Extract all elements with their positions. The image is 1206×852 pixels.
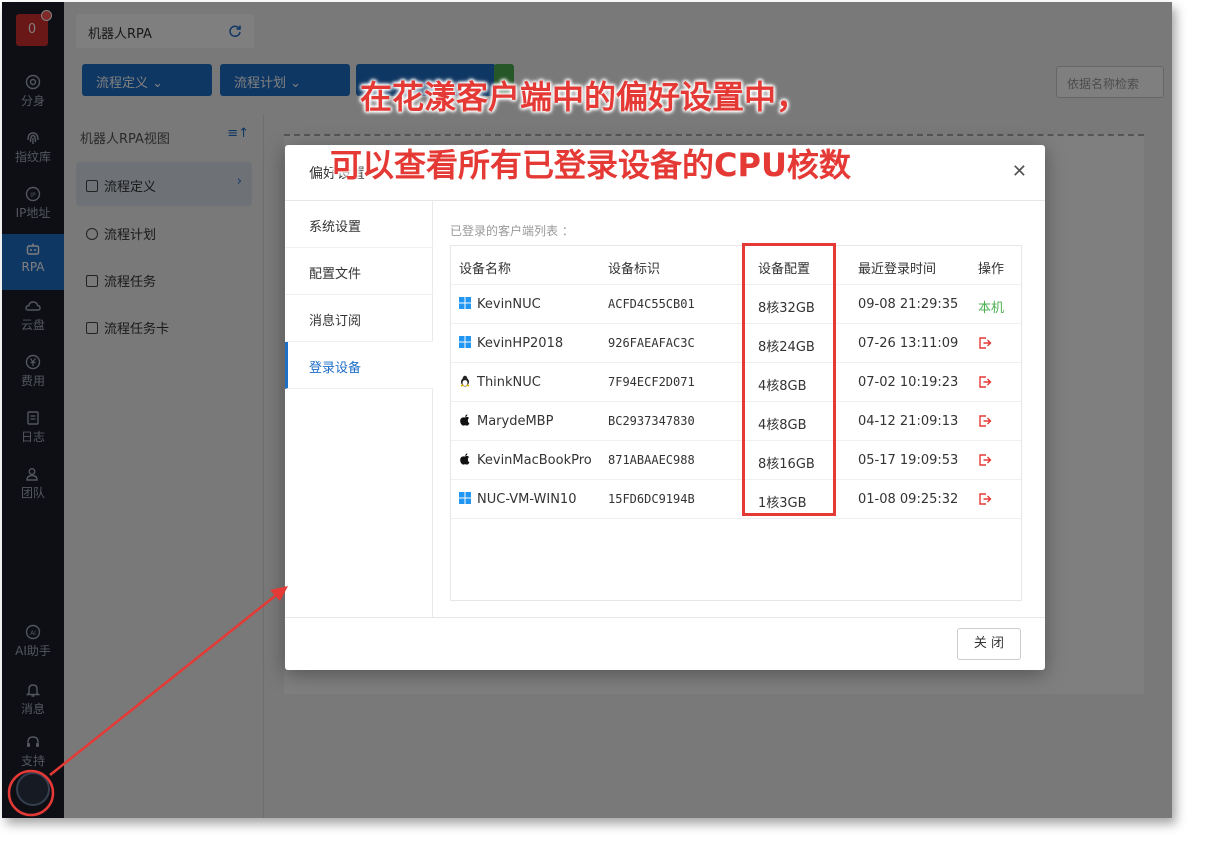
device-list-caption: 已登录的客户端列表 ： [450,224,574,238]
action-cell[interactable] [978,414,992,430]
device-table: 设备名称 设备标识 设备配置 最近登录时间 操作 KevinNUC ACFD4C5… [450,245,1022,601]
logout-icon[interactable] [978,336,992,350]
device-name-cell: KevinHP2018 [459,336,563,351]
annotation-line-1: 在花漾客户端中的偏好设置中， [360,78,809,116]
action-cell[interactable] [978,375,992,391]
last-login-time: 09-08 21:29:35 [858,297,959,312]
modal-nav: 系统设置 配置文件 消息订阅 登录设备 [285,201,433,617]
device-id: 926FAEAFAC3C [608,336,695,350]
divider [285,617,1045,618]
device-id: 15FD6DC9194B [608,492,695,506]
close-icon[interactable]: ✕ [1012,161,1027,182]
preferences-modal: 偏好设置 ✕ 系统设置 配置文件 消息订阅 登录设备 已登录的客户端列表 ： 设… [285,145,1045,670]
device-name: MarydeMBP [477,414,554,429]
col-last-login: 最近登录时间 [858,262,937,277]
last-login-time: 07-26 13:11:09 [858,336,959,351]
device-name: ThinkNUC [477,375,541,390]
table-header: 设备名称 设备标识 设备配置 最近登录时间 操作 [451,246,1021,285]
table-row: NUC-VM-WIN10 15FD6DC9194B 1核3GB 01-08 09:25… [451,480,1021,519]
device-id: 7F94ECF2D071 [608,375,695,389]
col-device-name: 设备名称 [459,262,512,277]
action-cell[interactable] [978,492,992,508]
logout-icon[interactable] [978,492,992,506]
device-name-cell: KevinMacBookPro [459,453,592,468]
windows-icon [459,492,471,504]
device-name: KevinNUC [477,297,541,312]
device-name: KevinHP2018 [477,336,564,351]
device-id: 871ABAAEC988 [608,453,695,467]
logout-icon[interactable] [978,375,992,389]
last-login-time: 01-08 09:25:32 [858,492,959,507]
nav-login-devices[interactable]: 登录设备 [285,342,433,389]
col-device-id: 设备标识 [608,262,661,277]
last-login-time: 05-17 19:09:53 [858,453,959,468]
action-cell[interactable] [978,336,992,352]
device-name-cell: NUC-VM-WIN10 [459,492,576,507]
col-action: 操作 [978,262,1005,277]
close-button[interactable]: 关 闭 [957,628,1021,660]
nav-system-settings[interactable]: 系统设置 [285,201,433,248]
table-row: KevinHP2018 926FAEAFAC3C 8核24GB 07-26 13:11… [451,324,1021,363]
action-cell: 本机 [978,297,1004,316]
device-name-cell: MarydeMBP [459,414,553,429]
highlight-box [742,243,836,516]
table-row: KevinNUC ACFD4C55CB01 8核32GB 09-08 21:29:35… [451,285,1021,324]
device-id: ACFD4C55CB01 [608,297,695,311]
table-row: KevinMacBookPro 871ABAAEC988 8核16GB 05-17 1… [451,441,1021,480]
local-device-label: 本机 [978,301,1005,316]
action-cell[interactable] [978,453,992,469]
linux-icon [460,375,470,387]
last-login-time: 04-12 21:09:13 [858,414,959,429]
windows-icon [459,336,471,348]
apple-icon [460,414,470,426]
nav-config-files[interactable]: 配置文件 [285,248,433,295]
device-name: NUC-VM-WIN10 [477,492,577,507]
windows-icon [459,297,471,309]
table-row: ThinkNUC 7F94ECF2D071 4核8GB 07-02 10:19:23 [451,363,1021,402]
device-name-cell: KevinNUC [459,297,541,312]
device-id: BC2937347830 [608,414,695,428]
logout-icon[interactable] [978,453,992,467]
table-row: MarydeMBP BC2937347830 4核8GB 04-12 21:09:13 [451,402,1021,441]
apple-icon [460,453,470,465]
annotation-line-2: 可以查看所有已登录设备的CPU核数 [330,146,851,184]
device-name-cell: ThinkNUC [459,375,541,390]
device-name: KevinMacBookPro [477,453,592,468]
logout-icon[interactable] [978,414,992,428]
last-login-time: 07-02 10:19:23 [858,375,959,390]
nav-message-subscription[interactable]: 消息订阅 [285,295,433,342]
